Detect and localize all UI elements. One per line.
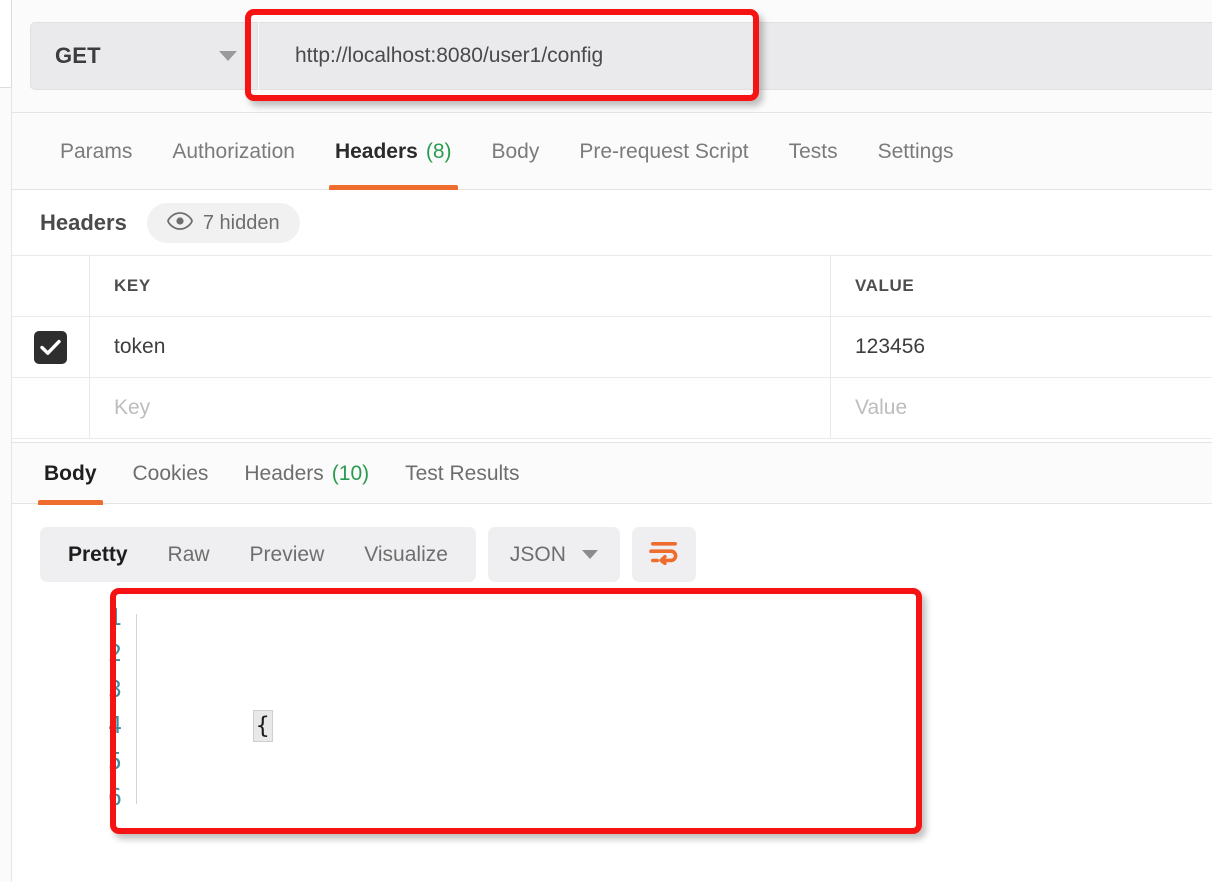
header-cell-checkbox: [12, 256, 90, 316]
response-tab-body[interactable]: Body: [26, 443, 115, 505]
row-key-cell[interactable]: token: [90, 317, 831, 377]
request-url-input[interactable]: http://localhost:8080/user1/config: [259, 22, 1212, 90]
response-tab-headers[interactable]: Headers (10): [226, 443, 387, 505]
table-row[interactable]: token 123456: [12, 316, 1212, 378]
headers-section-title: Headers: [40, 210, 127, 236]
header-cell-value: VALUE: [831, 256, 1212, 316]
tab-headers-label: Headers: [335, 140, 418, 164]
view-mode-pretty-label: Pretty: [68, 543, 128, 567]
tab-pre-request-script-label: Pre-request Script: [579, 140, 748, 164]
response-tab-body-label: Body: [44, 462, 97, 486]
chevron-down-icon: [582, 550, 598, 559]
code-line-2: "timestamp": "2020-06-23T03:49:25.569+00…: [142, 852, 917, 882]
tab-pre-request-script[interactable]: Pre-request Script: [559, 113, 768, 190]
tab-authorization[interactable]: Authorization: [152, 113, 315, 190]
line-number: 3: [74, 672, 122, 708]
line-number: 5: [74, 744, 122, 780]
eye-icon: [167, 212, 193, 235]
code-line-1: {: [142, 672, 917, 780]
tab-tests[interactable]: Tests: [769, 113, 858, 190]
response-tab-test-results-label: Test Results: [405, 462, 519, 486]
view-mode-raw-label: Raw: [168, 543, 210, 567]
code-content: { "timestamp": "2020-06-23T03:49:25.569+…: [142, 600, 917, 882]
tab-authorization-label: Authorization: [172, 140, 295, 164]
table-header-row: KEY VALUE: [12, 255, 1212, 317]
left-gutter: [0, 0, 12, 882]
tab-body-label: Body: [492, 140, 540, 164]
line-number: 1: [74, 600, 122, 636]
view-mode-preview[interactable]: Preview: [230, 527, 345, 582]
empty-row-key-input[interactable]: Key: [90, 378, 831, 438]
response-tab-headers-count: (10): [332, 462, 369, 486]
response-body-viewer[interactable]: 1 2 3 4 5 6 { "timestamp": "2020-06-23T0…: [12, 592, 1212, 842]
request-tabs: Params Authorization Headers (8) Body Pr…: [12, 113, 1212, 190]
column-header-key: KEY: [114, 276, 151, 296]
row-key-value: token: [114, 335, 165, 359]
response-tab-headers-label: Headers: [244, 462, 323, 486]
tab-headers[interactable]: Headers (8): [315, 113, 472, 190]
http-method-dropdown[interactable]: GET: [30, 22, 258, 90]
left-gutter-top-panel: [0, 0, 12, 88]
line-number: 2: [74, 636, 122, 672]
row-value-value: 123456: [855, 335, 925, 359]
word-wrap-icon: [648, 539, 680, 570]
column-header-value: VALUE: [855, 276, 914, 296]
empty-row-value-input[interactable]: Value: [831, 378, 1212, 438]
chevron-down-icon: [219, 51, 237, 61]
empty-row-checkbox-cell: [12, 378, 90, 438]
request-url-value: http://localhost:8080/user1/config: [295, 44, 603, 68]
response-format-toolbar: Pretty Raw Preview Visualize JSON: [40, 527, 696, 582]
code-line-numbers: 1 2 3 4 5 6: [74, 600, 122, 816]
view-mode-preview-label: Preview: [250, 543, 325, 567]
empty-row-key-placeholder: Key: [114, 396, 150, 420]
hidden-headers-toggle[interactable]: 7 hidden: [147, 203, 300, 243]
code-fold-guide: [136, 614, 137, 804]
response-tab-cookies[interactable]: Cookies: [115, 443, 227, 505]
view-mode-pretty[interactable]: Pretty: [48, 527, 148, 582]
word-wrap-button[interactable]: [632, 527, 696, 582]
header-cell-key: KEY: [90, 256, 831, 316]
http-method-label: GET: [55, 43, 101, 69]
row-checkbox-cell: [12, 317, 90, 377]
line-number: 4: [74, 708, 122, 744]
response-tab-cookies-label: Cookies: [133, 462, 209, 486]
tab-params-label: Params: [60, 140, 132, 164]
empty-row-value-placeholder: Value: [855, 396, 907, 420]
view-mode-raw[interactable]: Raw: [148, 527, 230, 582]
view-mode-segmented-control: Pretty Raw Preview Visualize: [40, 527, 476, 582]
request-url-row: GET http://localhost:8080/user1/config: [12, 0, 1212, 113]
response-tabs: Body Cookies Headers (10) Test Results: [12, 442, 1212, 504]
headers-section-bar: Headers 7 hidden: [12, 190, 1212, 256]
tab-tests-label: Tests: [789, 140, 838, 164]
tab-body[interactable]: Body: [472, 113, 560, 190]
view-mode-visualize-label: Visualize: [364, 543, 448, 567]
language-dropdown-label: JSON: [510, 543, 566, 567]
line-number: 6: [74, 780, 122, 816]
row-value-cell[interactable]: 123456: [831, 317, 1212, 377]
view-mode-visualize[interactable]: Visualize: [344, 527, 468, 582]
tab-params[interactable]: Params: [40, 113, 152, 190]
response-tab-test-results[interactable]: Test Results: [387, 443, 537, 505]
row-checkbox-checked[interactable]: [34, 331, 67, 364]
tab-settings[interactable]: Settings: [858, 113, 974, 190]
hidden-headers-count: 7 hidden: [203, 212, 280, 235]
tab-headers-count: (8): [426, 140, 452, 164]
headers-table: KEY VALUE token 123456: [12, 256, 1212, 439]
language-dropdown[interactable]: JSON: [488, 527, 620, 582]
postman-window: GET http://localhost:8080/user1/config P…: [0, 0, 1212, 882]
table-row-empty[interactable]: Key Value: [12, 377, 1212, 439]
tab-settings-label: Settings: [878, 140, 954, 164]
json-open-brace: {: [253, 710, 273, 742]
